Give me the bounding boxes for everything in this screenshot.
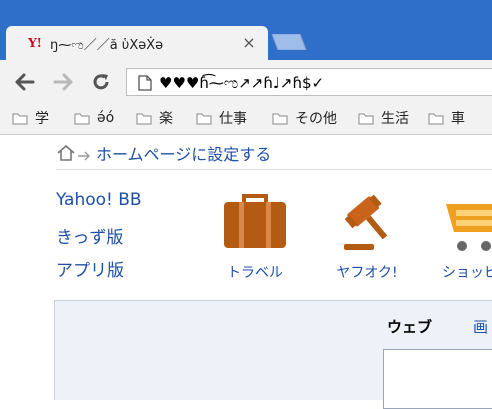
bookmark-folder[interactable]: 車 — [428, 108, 465, 128]
gavel-icon — [344, 194, 388, 250]
bookmark-label: 学 — [35, 111, 49, 127]
shopping-cart-icon — [446, 204, 492, 251]
new-tab-button[interactable] — [268, 33, 308, 51]
bookmark-folder[interactable]: ə́ó — [74, 108, 114, 128]
link-yahoo-bb[interactable]: Yahoo! BB — [56, 190, 142, 214]
reload-icon — [93, 74, 109, 90]
reload-button[interactable] — [88, 69, 114, 95]
address-bar[interactable]: ♥♥♥ɦ͡⁓ಌ↗↗ɦ♩↗ɦ$✓ — [126, 68, 492, 96]
search-tab-images[interactable]: 画 — [473, 316, 488, 338]
divider — [56, 169, 492, 170]
home-arrow-icon — [57, 144, 90, 161]
suitcase-icon — [224, 194, 286, 248]
folder-icon — [196, 113, 212, 124]
address-bar-url[interactable]: ♥♥♥ɦ͡⁓ಌ↗↗ɦ♩↗ɦ$✓ — [159, 72, 489, 94]
service-auctions-label: ヤフオク! — [336, 265, 398, 281]
browser-tab[interactable]: Y! ŋ⁓ಌ／／ă ὑXəẊə × — [6, 26, 268, 60]
tab-title: ŋ⁓ಌ／／ă ὑXəẊə — [50, 38, 164, 52]
bookmark-folder[interactable]: 生活 — [358, 108, 409, 128]
favicon-text: Y! — [28, 36, 42, 50]
tab-strip: Y! ŋ⁓ಌ／／ă ὑXəẊə × — [0, 0, 492, 60]
service-shopping-label: ショッピ — [442, 265, 492, 281]
bookmark-folder[interactable]: 仕事 — [196, 108, 247, 128]
set-homepage-link[interactable]: ホームページに設定する — [56, 141, 271, 165]
search-panel: ウェブ 画 — [54, 300, 492, 409]
bookmark-label: 車 — [451, 111, 465, 127]
bookmarks-bar: 学 ə́ó 楽 仕事 その他 生活 車 — [0, 102, 492, 135]
link-app[interactable]: アプリ版 — [56, 256, 124, 281]
service-travel-label: トラベル — [227, 265, 283, 281]
service-travel[interactable]: トラベル — [210, 192, 300, 292]
browser-chrome: Y! ŋ⁓ಌ／／ă ὑXəẊə × ♥♥♥ɦ͡⁓ಌ↗↗ɦ♩↗ɦ$✓ 学 ə́ó … — [0, 0, 492, 140]
folder-icon — [272, 113, 288, 124]
bookmark-folder[interactable]: その他 — [272, 108, 337, 128]
back-arrow-icon — [15, 73, 35, 91]
search-tab-web[interactable]: ウェブ — [387, 316, 432, 338]
folder-icon — [136, 113, 152, 124]
bookmark-label: 楽 — [159, 111, 173, 127]
service-shopping[interactable]: ショッピ — [432, 192, 492, 292]
bookmark-label: 生活 — [381, 111, 409, 127]
bookmark-label: 仕事 — [219, 111, 247, 127]
folder-icon — [12, 113, 28, 124]
set-homepage-text: ホームページに設定する — [96, 145, 272, 164]
page-icon — [138, 75, 152, 91]
bookmark-label: その他 — [295, 111, 337, 127]
back-button[interactable] — [12, 69, 38, 95]
link-kids[interactable]: きっず版 — [56, 223, 123, 248]
bookmark-label: ə́ó — [97, 110, 115, 126]
forward-arrow-icon — [53, 73, 73, 91]
tab-close-button[interactable]: × — [239, 33, 259, 53]
forward-button[interactable] — [50, 69, 76, 95]
folder-icon — [428, 113, 444, 124]
yahoo-favicon-icon: Y! — [24, 35, 46, 51]
bookmark-folder[interactable]: 楽 — [136, 108, 173, 128]
bookmark-folder[interactable]: 学 — [12, 108, 49, 128]
search-input[interactable] — [383, 349, 492, 409]
service-auctions[interactable]: ヤフオク! — [322, 192, 412, 292]
folder-icon — [358, 113, 374, 124]
folder-icon — [74, 113, 90, 124]
